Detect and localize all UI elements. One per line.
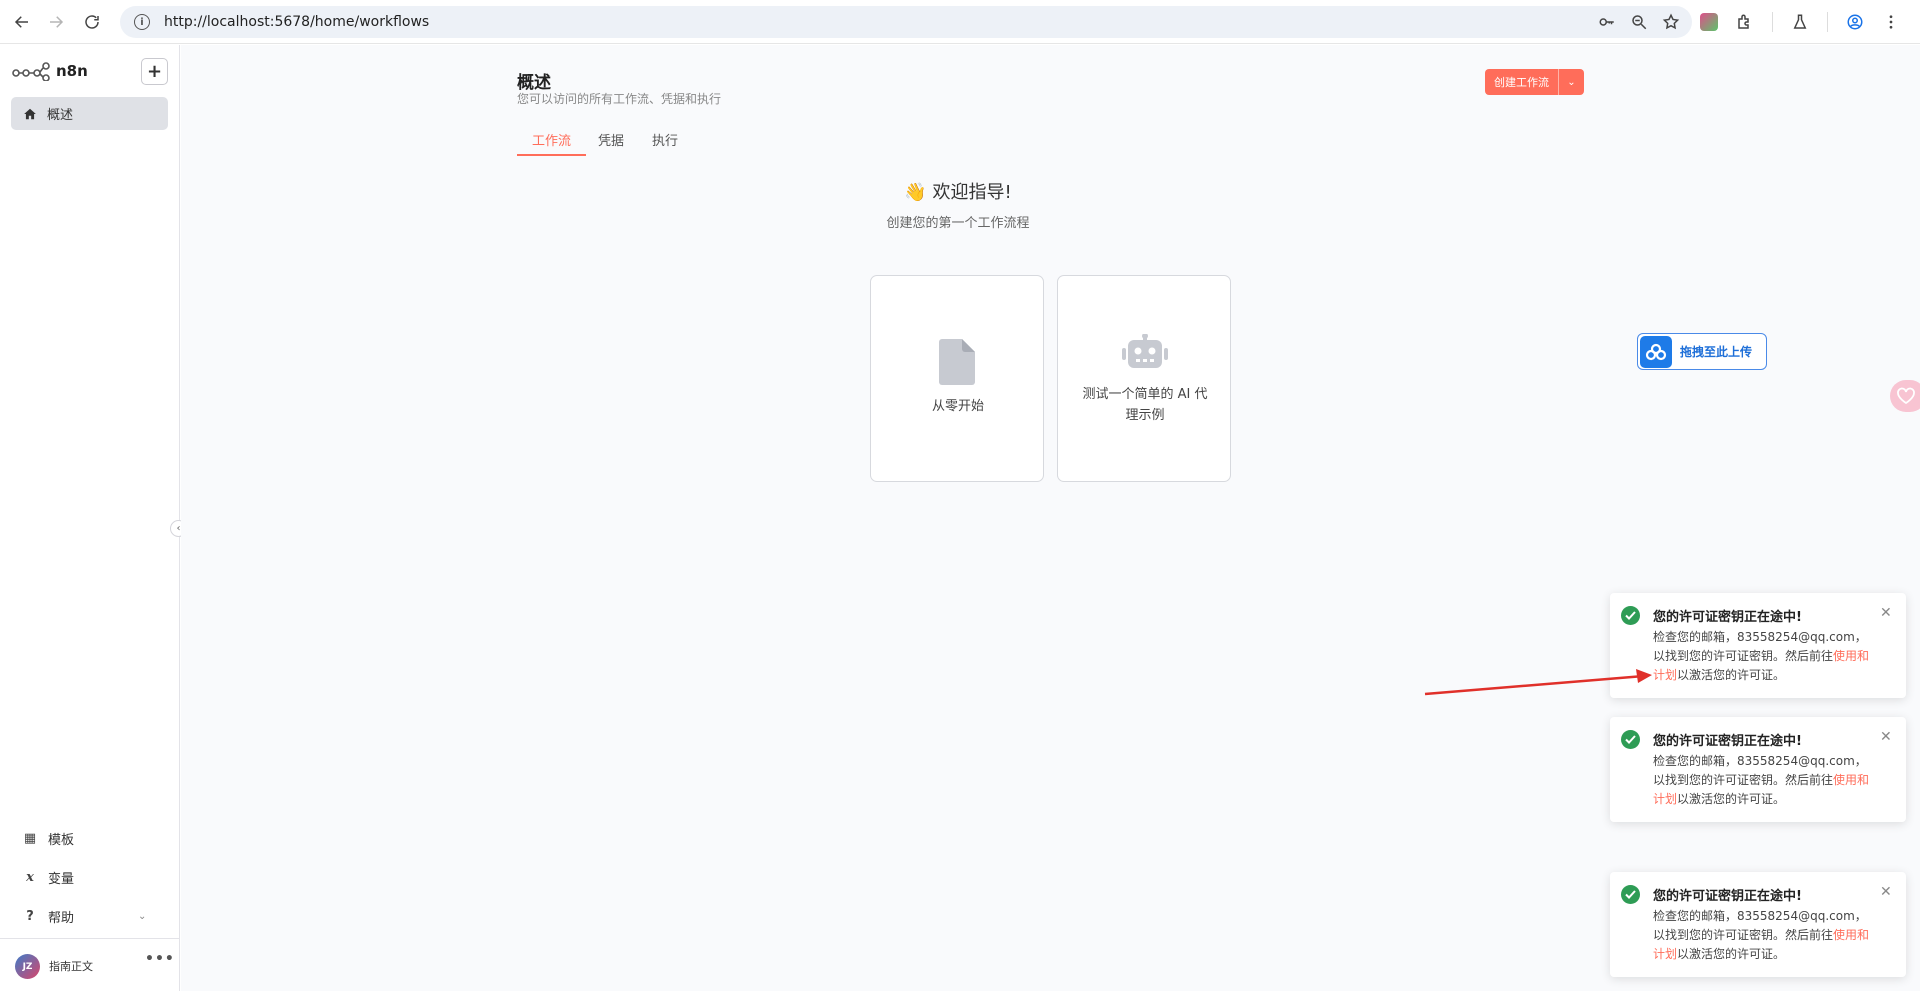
- toast-title: 您的许可证密钥正在途中!: [1653, 734, 1802, 749]
- welcome-subtitle: 创建您的第一个工作流程: [886, 216, 1030, 231]
- arrow-left-icon: [14, 16, 28, 28]
- app-logo[interactable]: n8n: [12, 60, 88, 82]
- notification-toast: 您的许可证密钥正在途中! ✕ 检查您的邮箱，83558254@qq.com，以找…: [1610, 872, 1906, 977]
- sidebar-divider: [0, 938, 179, 939]
- toast-text: 以激活您的许可证。: [1677, 947, 1786, 961]
- welcome-heading: 👋 欢迎指导!: [808, 178, 1108, 204]
- file-icon: [939, 339, 975, 385]
- sidebar-item-overview[interactable]: 概述: [11, 97, 168, 130]
- toast-title: 您的许可证密钥正在途中!: [1653, 889, 1802, 904]
- floating-assistant-icon[interactable]: [1890, 380, 1920, 412]
- main-content: 概述 您可以访问的所有工作流、凭据和执行 创建工作流 ⌄ 工作流 凭据 执行 👋…: [181, 45, 1920, 991]
- add-button[interactable]: +: [141, 58, 168, 85]
- start-from-scratch-card[interactable]: 从零开始: [870, 275, 1044, 482]
- sidebar-item-label: 帮助: [48, 910, 75, 926]
- star-icon[interactable]: [1662, 13, 1680, 31]
- upload-label: 拖拽至此上传: [1680, 345, 1753, 359]
- create-dropdown-button[interactable]: ⌄: [1558, 69, 1584, 95]
- notification-toast: 您的许可证密钥正在途中! ✕ 检查您的邮箱，83558254@qq.com，以找…: [1610, 593, 1906, 698]
- success-check-icon: [1621, 730, 1640, 749]
- app-name: n8n: [56, 62, 88, 80]
- key-icon[interactable]: [1598, 13, 1616, 31]
- close-icon[interactable]: ✕: [1880, 884, 1892, 900]
- menu-icon[interactable]: [1882, 13, 1900, 31]
- notification-toast: 您的许可证密钥正在途中! ✕ 检查您的邮箱，83558254@qq.com，以找…: [1610, 717, 1906, 822]
- chevron-down-icon[interactable]: ⌄: [138, 911, 146, 922]
- sidebar-item-label: 概述: [47, 108, 74, 123]
- upload-logo-icon: [1640, 335, 1672, 368]
- puzzle-icon[interactable]: [1736, 13, 1754, 31]
- tab-executions[interactable]: 执行: [636, 130, 688, 156]
- url-text[interactable]: http://localhost:5678/home/workflows: [164, 14, 429, 30]
- site-info-icon[interactable]: i: [134, 14, 150, 30]
- sidebar-item-templates[interactable]: ▦ 模板: [22, 828, 74, 848]
- user-name: 指南正文: [49, 960, 93, 973]
- toast-title: 您的许可证密钥正在途中!: [1653, 610, 1802, 625]
- extension-icon[interactable]: [1700, 13, 1718, 31]
- toast-body: 检查您的邮箱，83558254@qq.com，以找到您的许可证密钥。然后前往使用…: [1653, 628, 1878, 685]
- browser-toolbar: i http://localhost:5678/home/workflows: [0, 0, 1920, 44]
- reload-icon: [85, 15, 99, 29]
- create-workflow-button[interactable]: 创建工作流: [1485, 69, 1558, 95]
- reload-button[interactable]: [76, 6, 108, 38]
- flask-icon[interactable]: [1791, 13, 1809, 31]
- more-options-icon[interactable]: •••: [145, 951, 175, 967]
- create-workflow-split-button: 创建工作流 ⌄: [1485, 69, 1584, 95]
- close-icon[interactable]: ✕: [1880, 729, 1892, 745]
- back-button[interactable]: [6, 6, 38, 38]
- robot-icon: [1122, 334, 1168, 368]
- profile-icon[interactable]: [1846, 13, 1864, 31]
- avatar[interactable]: JZ: [15, 954, 40, 979]
- address-bar[interactable]: i http://localhost:5678/home/workflows: [120, 6, 1692, 38]
- sidebar-item-help[interactable]: ? 帮助: [22, 906, 74, 926]
- toast-body: 检查您的邮箱，83558254@qq.com，以找到您的许可证密钥。然后前往使用…: [1653, 752, 1878, 809]
- sidebar-item-label: 变量: [48, 871, 75, 887]
- ai-agent-example-card[interactable]: 测试一个简单的 AI 代理示例: [1057, 275, 1231, 482]
- toast-text: 以激活您的许可证。: [1677, 792, 1786, 806]
- welcome-title: 欢迎指导!: [932, 182, 1012, 203]
- tabs: 工作流 凭据 执行: [517, 130, 688, 156]
- help-icon: ?: [26, 908, 34, 924]
- success-check-icon: [1621, 606, 1640, 625]
- toolbar-divider: [1772, 12, 1773, 32]
- sidebar-item-variables[interactable]: x 变量: [22, 867, 74, 887]
- template-icon: ▦: [23, 830, 37, 846]
- sidebar-item-label: 模板: [48, 832, 75, 848]
- sidebar: n8n + 概述 ▦ 模板 x 变量 ? 帮助 ⌄ JZ 指南正文 •••: [0, 45, 180, 991]
- close-icon[interactable]: ✕: [1880, 605, 1892, 621]
- toolbar-divider: [1827, 12, 1828, 32]
- n8n-logo-icon: [12, 62, 50, 81]
- card-label: 从零开始: [931, 399, 984, 414]
- toast-text: 以激活您的许可证。: [1677, 668, 1786, 682]
- arrow-right-icon: [50, 16, 64, 28]
- page-subtitle: 您可以访问的所有工作流、凭据和执行: [517, 92, 722, 106]
- chevron-down-icon: ⌄: [1567, 76, 1576, 88]
- variable-icon: x: [26, 869, 34, 885]
- home-icon: [24, 108, 36, 119]
- card-label: 测试一个简单的 AI 代理示例: [1082, 387, 1208, 423]
- tab-credentials[interactable]: 凭据: [586, 130, 636, 156]
- tab-workflows[interactable]: 工作流: [517, 130, 587, 156]
- zoom-icon[interactable]: [1630, 13, 1648, 31]
- toast-body: 检查您的邮箱，83558254@qq.com，以找到您的许可证密钥。然后前往使用…: [1653, 907, 1878, 964]
- drag-upload-widget[interactable]: 拖拽至此上传: [1637, 333, 1767, 370]
- wave-emoji: 👋: [904, 182, 927, 203]
- success-check-icon: [1621, 885, 1640, 904]
- forward-button[interactable]: [40, 6, 72, 38]
